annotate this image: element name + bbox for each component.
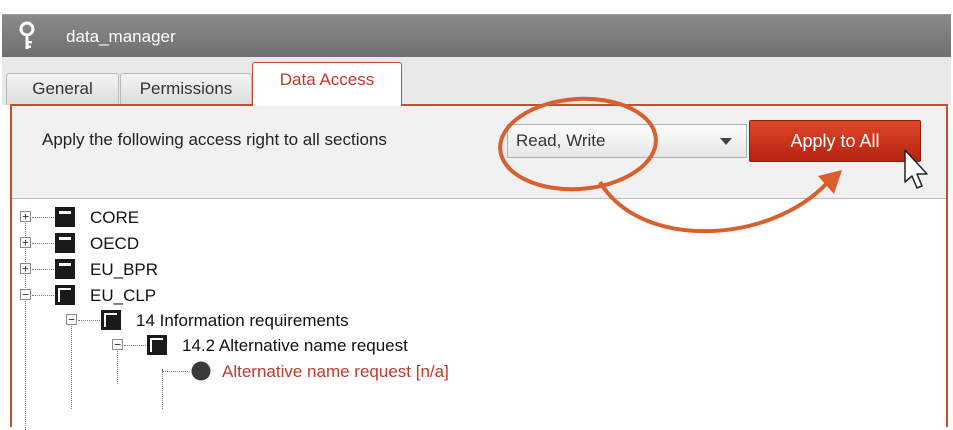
- tree-leaf-alternative-name-request[interactable]: Alternative name request [n/a]: [150, 360, 570, 384]
- apply-to-all-button[interactable]: Apply to All: [749, 120, 921, 162]
- collapse-icon[interactable]: −: [66, 314, 77, 325]
- tree-node-label: OECD: [90, 234, 140, 253]
- expand-icon[interactable]: +: [20, 263, 31, 274]
- expand-icon[interactable]: +: [20, 237, 31, 248]
- tree-node-eu-bpr[interactable]: + EU_BPR: [12, 258, 312, 282]
- tree-node-label: 14.2 Alternative name request: [182, 336, 408, 355]
- tree-connector: [32, 217, 54, 218]
- folder-icon: [55, 233, 75, 253]
- key-icon: [19, 21, 35, 49]
- tree-leaf-label: Alternative name request [n/a]: [222, 362, 449, 381]
- tab-general[interactable]: General: [6, 73, 119, 105]
- access-right-value: Read, Write: [516, 131, 606, 150]
- chevron-down-icon[interactable]: [720, 138, 732, 145]
- tree-connector: [78, 320, 100, 321]
- tree-node-core[interactable]: + CORE: [12, 206, 312, 230]
- window-titlebar: data_manager: [2, 14, 951, 58]
- tree-node-label: CORE: [90, 208, 140, 227]
- tree-node-14-information-requirements[interactable]: − 14 Information requirements: [58, 309, 458, 333]
- tab-bar: General Permissions Data Access: [2, 57, 951, 106]
- collapse-icon[interactable]: −: [112, 339, 123, 350]
- tree-connector: [124, 345, 146, 346]
- tab-data-access[interactable]: Data Access: [252, 62, 402, 106]
- tree-node-label: EU_BPR: [90, 260, 159, 279]
- tree-connector: [162, 371, 188, 372]
- open-folder-icon: [147, 335, 167, 355]
- open-folder-icon: [55, 285, 75, 305]
- open-folder-icon: [101, 310, 121, 330]
- tree-connector: [32, 243, 54, 244]
- tree-connector: [32, 295, 54, 296]
- data-access-panel: Apply the following access right to all …: [10, 104, 948, 430]
- tree-connector: [32, 269, 54, 270]
- folder-icon: [55, 259, 75, 279]
- tab-permissions[interactable]: Permissions: [120, 73, 252, 105]
- tree-node-oecd[interactable]: + OECD: [12, 232, 312, 256]
- circle-icon: [191, 361, 211, 381]
- expand-icon[interactable]: +: [20, 211, 31, 222]
- folder-icon: [55, 207, 75, 227]
- tree-node-eu-clp[interactable]: − EU_CLP: [12, 284, 312, 308]
- section-tree: + CORE + OECD + EU_BPR − EU_CLP − 14 Inf…: [12, 198, 946, 430]
- collapse-icon[interactable]: −: [20, 289, 31, 300]
- tree-node-label: EU_CLP: [90, 286, 157, 305]
- tree-node-14-2-alternative-name-request[interactable]: − 14.2 Alternative name request: [104, 334, 524, 358]
- window-title: data_manager: [66, 27, 176, 46]
- apply-access-label: Apply the following access right to all …: [42, 130, 387, 149]
- access-right-select[interactable]: Read, Write: [507, 124, 747, 158]
- tree-node-label: 14 Information requirements: [136, 311, 349, 330]
